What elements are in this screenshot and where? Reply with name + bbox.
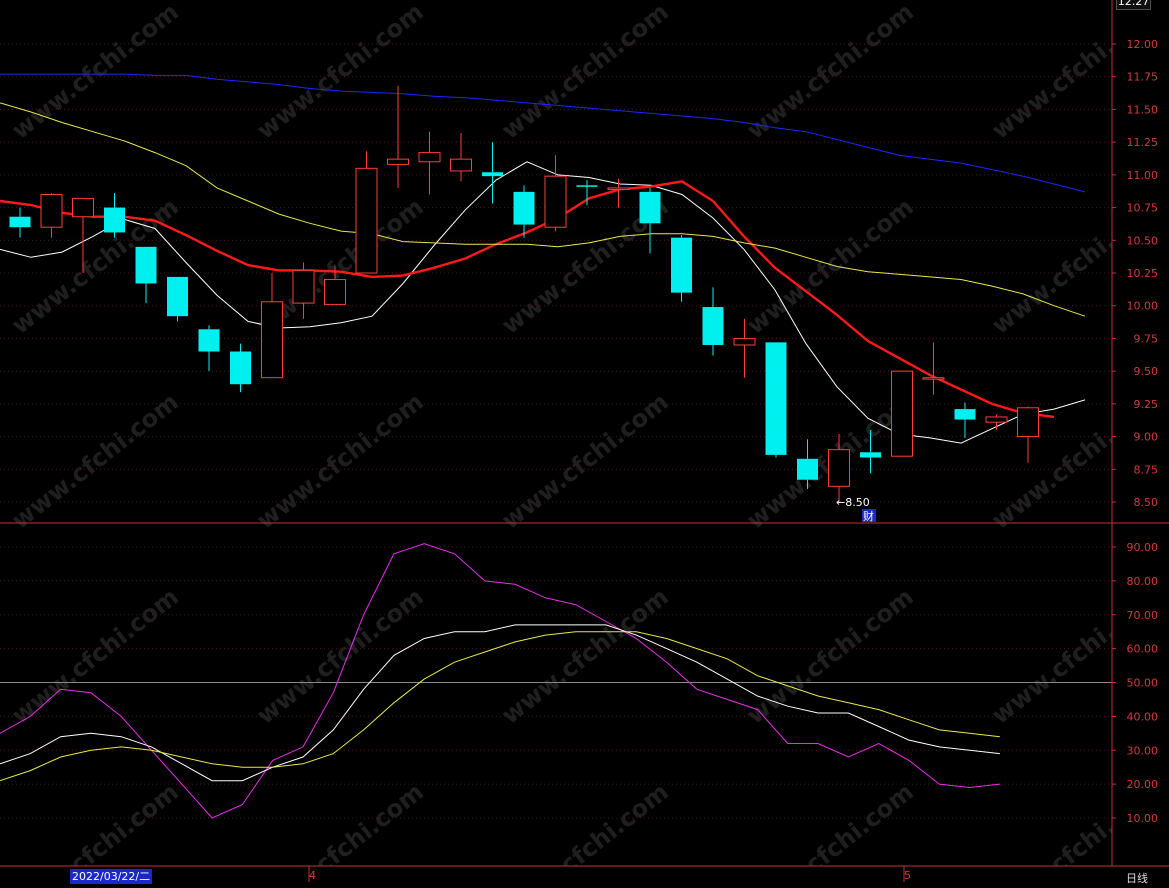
price-tick-label: 11.00 xyxy=(1127,169,1159,182)
indicator-tick-label: 90.00 xyxy=(1127,541,1159,554)
candle-down[interactable] xyxy=(671,235,692,302)
price-tick-label: 8.75 xyxy=(1134,463,1159,476)
indicator-tick-label: 20.00 xyxy=(1127,778,1159,791)
lowest-price-marker: ←8.50 xyxy=(836,496,870,509)
stock-chart[interactable]: www.cfchi.com 12.0011.7511.5011.2511.001… xyxy=(0,0,1169,888)
indicator-tick-label: 30.00 xyxy=(1127,744,1159,757)
price-tick-label: 11.75 xyxy=(1127,71,1159,84)
price-tick-label: 11.50 xyxy=(1127,103,1159,116)
indicator-tick-label: 60.00 xyxy=(1127,643,1159,656)
price-tick-label: 10.50 xyxy=(1127,234,1159,247)
price-tick-label: 10.00 xyxy=(1127,300,1159,313)
price-tick-label: 11.25 xyxy=(1127,136,1159,149)
price-tick-label: 9.75 xyxy=(1134,332,1159,345)
price-tick-label: 9.50 xyxy=(1134,365,1159,378)
candle-down[interactable] xyxy=(765,342,787,458)
price-tick-label: 10.75 xyxy=(1127,202,1159,215)
candle-up[interactable] xyxy=(355,151,378,274)
indicator-tick-label: 50.00 xyxy=(1127,677,1159,690)
candle-up[interactable] xyxy=(891,370,913,457)
indicator-tick-label: 40.00 xyxy=(1127,710,1159,723)
indicator-tick-label: 10.00 xyxy=(1127,812,1159,825)
month-tick-may: 5 xyxy=(904,869,911,882)
current-price-tag: 12.27 xyxy=(1116,0,1151,10)
timeframe-label[interactable]: 日线 xyxy=(1126,870,1148,886)
price-tick-label: 9.25 xyxy=(1134,398,1159,411)
price-tick-label: 10.25 xyxy=(1127,267,1159,280)
candle-down[interactable] xyxy=(167,276,188,322)
month-tick-april: 4 xyxy=(309,869,316,882)
indicator-tick-label: 80.00 xyxy=(1127,575,1159,588)
indicator-tick-label: 70.00 xyxy=(1127,609,1159,622)
event-flag-label: 财 xyxy=(863,509,874,523)
price-tick-label: 8.50 xyxy=(1134,496,1159,509)
cursor-date-label: 2022/03/22/二 xyxy=(70,869,153,884)
price-tick-label: 12.00 xyxy=(1127,38,1159,51)
price-tick-label: 9.00 xyxy=(1134,431,1159,444)
